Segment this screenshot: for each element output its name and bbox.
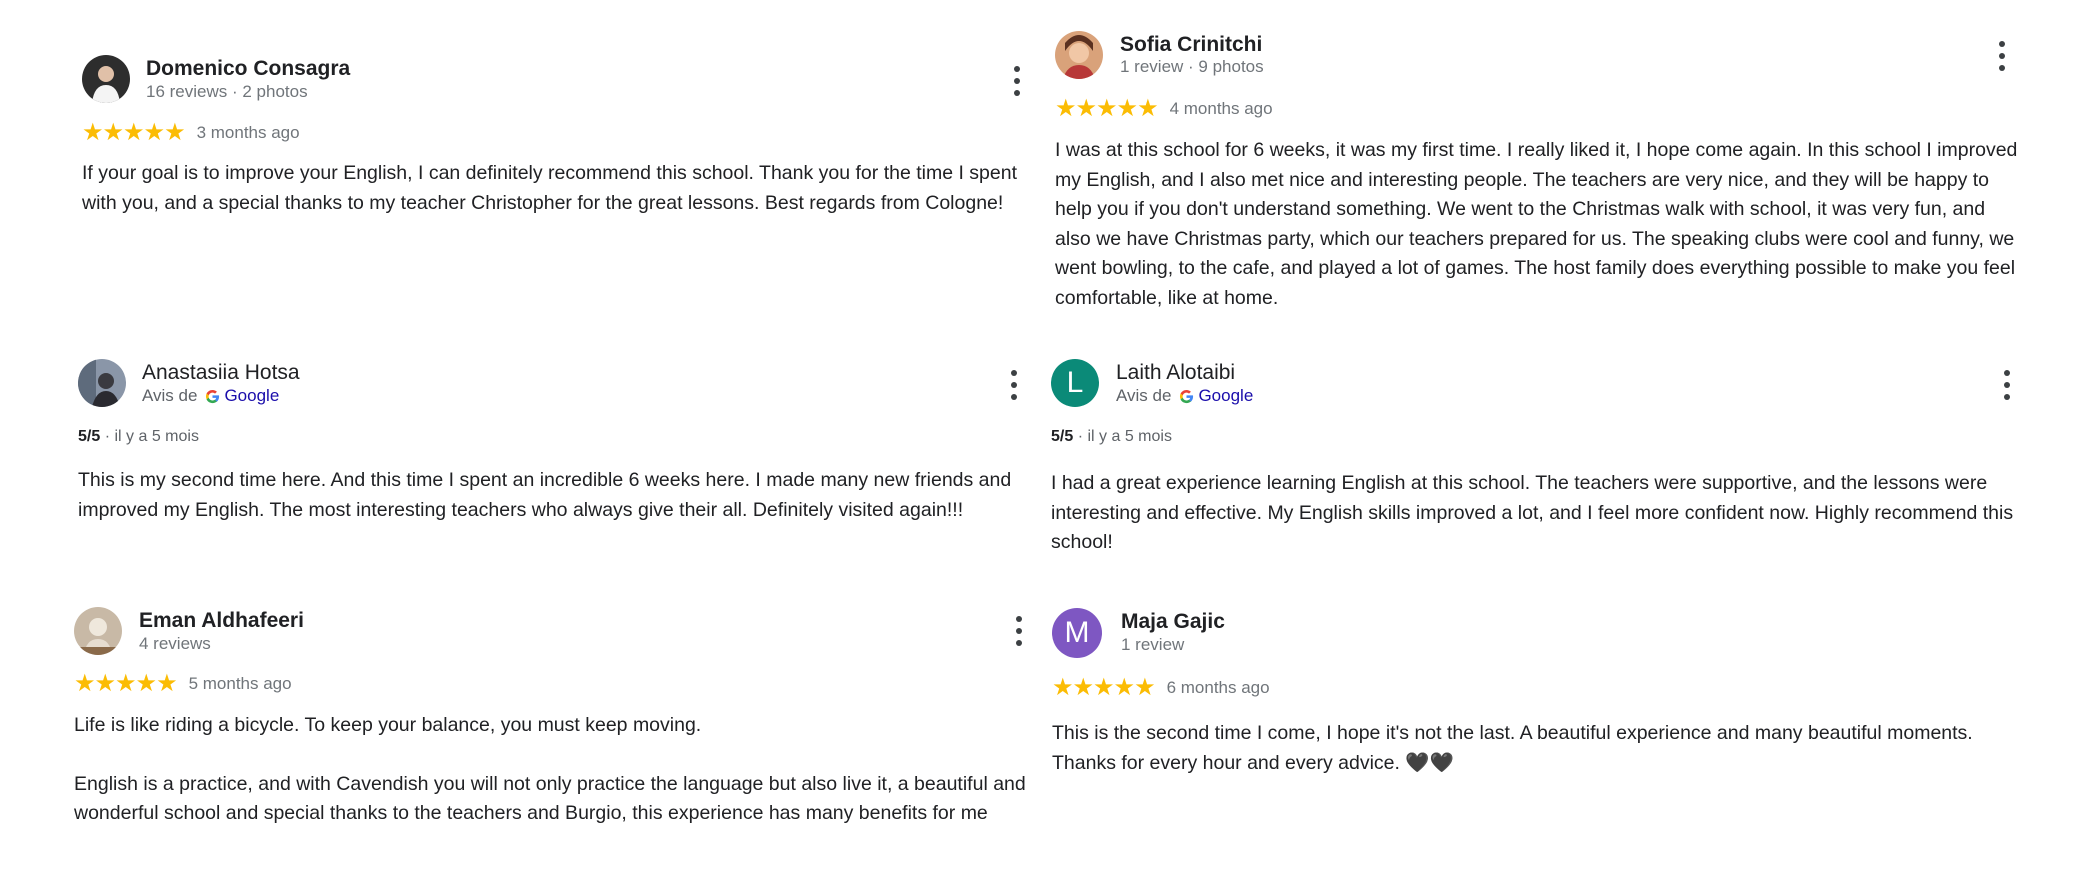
review-text: This is my second time here. And this ti… — [78, 469, 1012, 521]
score: 5/5 — [78, 428, 101, 445]
review-text: I was at this school for 6 weeks, it was… — [1055, 139, 2018, 309]
more-options-icon[interactable] — [1010, 66, 1024, 96]
avatar[interactable] — [1055, 31, 1103, 79]
source-prefix: Avis de — [1116, 386, 1172, 405]
rating-row: 5/5 · il y a 5 mois — [78, 428, 199, 446]
more-options-icon[interactable] — [1007, 370, 1021, 400]
review-date: 5 months ago — [188, 673, 292, 693]
more-options-icon[interactable] — [2000, 370, 2014, 400]
review-date: 3 months ago — [196, 122, 300, 142]
avatar[interactable] — [74, 607, 122, 655]
google-g-icon — [1179, 389, 1194, 404]
reviewer-meta: 1 review · 9 photos — [1120, 57, 1264, 76]
reviewer-name[interactable]: Anastasiia Hotsa — [142, 361, 300, 385]
star-rating: ★★★★★ — [1055, 95, 1159, 122]
reviewer-meta: 1 review — [1121, 635, 1185, 654]
review-paragraph: English is a practice, and with Cavendis… — [74, 772, 1026, 825]
reviewer-meta: 16 reviews · 2 photos — [146, 82, 308, 101]
reviewer-name[interactable]: Maja Gajic — [1121, 610, 1225, 634]
review-source: Avis de Google — [1116, 386, 1253, 406]
source-link[interactable]: Google — [224, 386, 279, 406]
star-rating: ★★★★★ — [82, 119, 186, 146]
rating-row: ★★★★★ 6 months ago — [1052, 673, 1270, 702]
review-text: If your goal is to improve your English,… — [82, 162, 1018, 214]
review-date: · il y a 5 mois — [100, 428, 199, 445]
rating-row: ★★★★★ 4 months ago — [1055, 94, 1273, 123]
rating-row: ★★★★★ 5 months ago — [74, 669, 292, 698]
reviewer-name[interactable]: Eman Aldhafeeri — [139, 609, 304, 633]
review-text: I had a great experience learning Englis… — [1051, 472, 2014, 553]
reviewer-name[interactable]: Laith Alotaibi — [1116, 361, 1235, 385]
score: 5/5 — [1051, 428, 1074, 445]
review-text: Life is like riding a bicycle. To keep y… — [74, 711, 1034, 829]
reviewer-name[interactable]: Domenico Consagra — [146, 57, 350, 81]
avatar[interactable]: L — [1051, 359, 1099, 407]
avatar[interactable] — [82, 55, 130, 103]
star-rating: ★★★★★ — [1052, 674, 1156, 701]
review-date: · il y a 5 mois — [1073, 428, 1172, 445]
review-paragraph: Life is like riding a bicycle. To keep y… — [74, 714, 702, 736]
more-options-icon[interactable] — [1995, 41, 2009, 71]
rating-row: 5/5 · il y a 5 mois — [1051, 428, 1172, 446]
more-options-icon[interactable] — [1012, 616, 1026, 646]
source-link[interactable]: Google — [1198, 386, 1253, 406]
avatar[interactable]: M — [1052, 608, 1102, 658]
reviewer-name[interactable]: Sofia Crinitchi — [1120, 33, 1262, 57]
star-rating: ★★★★★ — [74, 670, 178, 697]
avatar[interactable] — [78, 359, 126, 407]
source-prefix: Avis de — [142, 386, 198, 405]
reviewer-meta: 4 reviews — [139, 634, 211, 653]
review-date: 6 months ago — [1166, 677, 1270, 697]
rating-row: ★★★★★ 3 months ago — [82, 118, 300, 147]
google-g-icon — [205, 389, 220, 404]
review-text: This is the second time I come, I hope i… — [1052, 722, 1973, 774]
review-date: 4 months ago — [1169, 98, 1273, 118]
review-source: Avis de Google — [142, 386, 279, 406]
